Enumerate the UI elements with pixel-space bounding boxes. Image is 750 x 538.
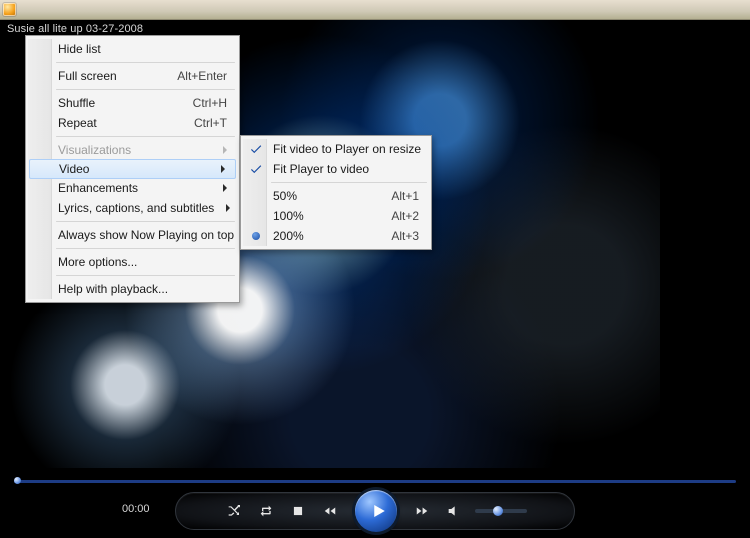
menu-item-accelerator: Ctrl+T <box>194 116 227 130</box>
play-button[interactable] <box>355 490 397 532</box>
menu-item[interactable]: Always show Now Playing on top <box>28 225 237 245</box>
menu-item-label: 50% <box>273 189 361 203</box>
menu-separator <box>56 221 235 222</box>
wmp-app-icon <box>3 3 16 16</box>
menu-item-label: Lyrics, captions, and subtitles <box>58 201 214 215</box>
playback-controls: 00:00 <box>0 478 750 538</box>
menu-item[interactable]: Fit Player to video <box>243 159 429 179</box>
video-letterbox-right <box>660 20 750 538</box>
menu-item-accelerator: Ctrl+H <box>193 96 227 110</box>
seek-slider[interactable] <box>14 480 736 483</box>
stop-button[interactable] <box>287 500 309 522</box>
menu-item-label: Visualizations <box>58 143 211 157</box>
submenu-arrow-icon <box>226 204 230 212</box>
volume-slider[interactable] <box>475 509 527 513</box>
fast-forward-button[interactable] <box>411 500 433 522</box>
stop-icon <box>291 504 305 518</box>
menu-item[interactable]: Enhancements <box>28 178 237 198</box>
menu-item-label: Hide list <box>58 42 227 56</box>
menu-item[interactable]: More options... <box>28 252 237 272</box>
menu-item[interactable]: Fit video to Player on resize <box>243 139 429 159</box>
menu-item[interactable]: 50% Alt+1 <box>243 186 429 206</box>
menu-item[interactable]: Lyrics, captions, and subtitles <box>28 198 237 218</box>
menu-separator <box>56 248 235 249</box>
menu-item[interactable]: 100% Alt+2 <box>243 206 429 226</box>
menu-item-accelerator: Alt+1 <box>391 189 419 203</box>
elapsed-time: 00:00 <box>122 503 150 515</box>
transport-bar: 00:00 <box>175 492 575 530</box>
radio-icon <box>252 232 260 240</box>
menu-item-label: Shuffle <box>58 96 163 110</box>
volume-thumb[interactable] <box>493 506 503 516</box>
menu-item-label: Video <box>59 162 209 176</box>
menu-item-label: More options... <box>58 255 227 269</box>
menu-item-accelerator: Alt+3 <box>391 229 419 243</box>
menu-item-label: 100% <box>273 209 361 223</box>
rewind-button[interactable] <box>319 500 341 522</box>
context-menu-video: Fit video to Player on resize Fit Player … <box>240 135 432 250</box>
shuffle-icon <box>226 503 242 519</box>
menu-item-accelerator: Alt+2 <box>391 209 419 223</box>
repeat-button[interactable] <box>255 500 277 522</box>
speaker-icon <box>446 503 462 519</box>
check-icon <box>249 142 263 156</box>
menu-item-label: Fit Player to video <box>273 162 419 176</box>
menu-item[interactable]: Video <box>29 159 236 179</box>
play-icon <box>369 502 387 520</box>
menu-separator <box>56 136 235 137</box>
menu-item[interactable]: 200% Alt+3 <box>243 226 429 246</box>
menu-separator <box>56 62 235 63</box>
check-icon <box>249 162 263 176</box>
menu-item-label: Full screen <box>58 69 147 83</box>
menu-item-label: Help with playback... <box>58 282 227 296</box>
menu-item-accelerator: Alt+Enter <box>177 69 227 83</box>
rewind-icon <box>323 504 337 518</box>
menu-item[interactable]: Shuffle Ctrl+H <box>28 93 237 113</box>
submenu-arrow-icon <box>223 184 227 192</box>
submenu-arrow-icon <box>223 146 227 154</box>
mute-button[interactable] <box>443 500 465 522</box>
menu-item-label: Fit video to Player on resize <box>273 142 421 156</box>
menu-item[interactable]: Full screen Alt+Enter <box>28 66 237 86</box>
menu-separator <box>271 182 427 183</box>
menu-separator <box>56 89 235 90</box>
context-menu-main: Hide list Full screen Alt+Enter Shuffle Ctrl… <box>25 35 240 303</box>
menu-separator <box>56 275 235 276</box>
menu-item[interactable]: Repeat Ctrl+T <box>28 113 237 133</box>
fast-forward-icon <box>415 504 429 518</box>
shuffle-button[interactable] <box>223 500 245 522</box>
repeat-icon <box>258 503 274 519</box>
now-playing-title: Susie all lite up 03-27-2008 <box>7 23 143 35</box>
seek-thumb[interactable] <box>14 477 21 484</box>
menu-item-label: Repeat <box>58 116 164 130</box>
menu-item-label: 200% <box>273 229 361 243</box>
menu-item[interactable]: Help with playback... <box>28 279 237 299</box>
menu-item-label: Always show Now Playing on top <box>58 228 234 242</box>
menu-item-label: Enhancements <box>58 181 211 195</box>
media-player-window: Susie all lite up 03-27-2008 Hide list Fu… <box>0 0 750 538</box>
submenu-arrow-icon <box>221 165 225 173</box>
menu-item: Visualizations <box>28 140 237 160</box>
browser-tab-strip <box>0 0 750 20</box>
menu-item[interactable]: Hide list <box>28 39 237 59</box>
